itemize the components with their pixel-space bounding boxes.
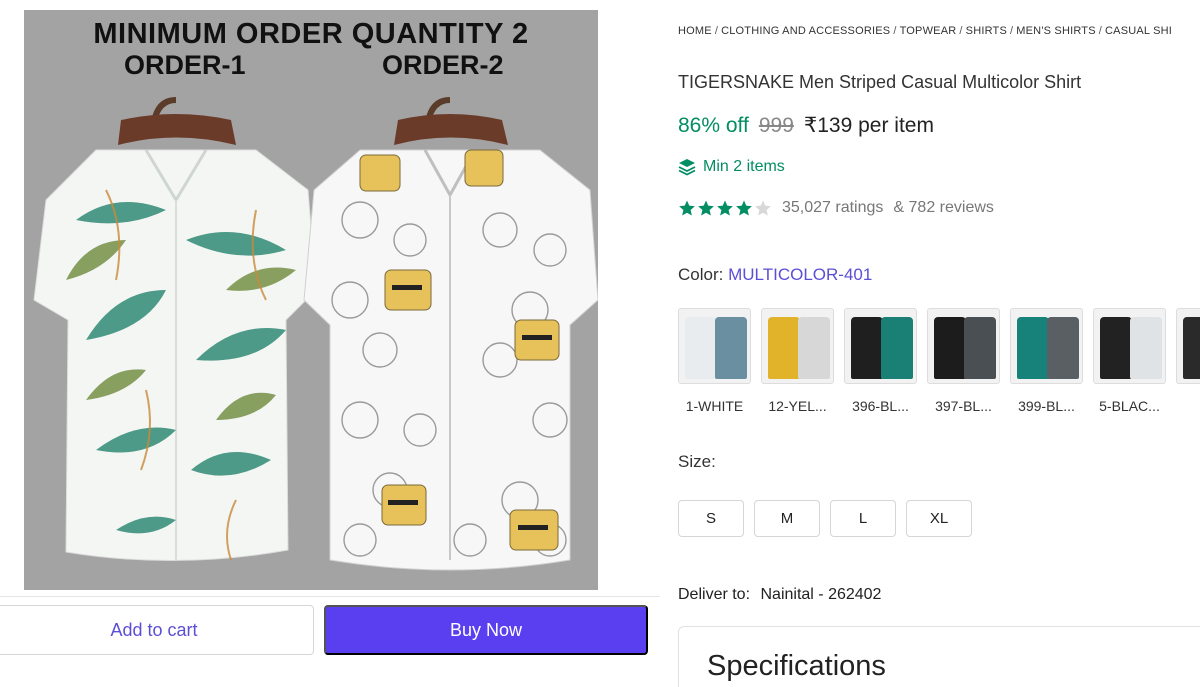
layers-icon — [678, 159, 696, 176]
color-swatch[interactable]: 5-BLAC... — [1093, 308, 1166, 414]
swatch-thumbnail — [1176, 308, 1200, 384]
color-selector-label: Color: MULTICOLOR-401 — [678, 265, 872, 285]
swatch-thumbnail — [761, 308, 834, 384]
breadcrumb-home[interactable]: HOME — [678, 25, 712, 37]
reviews-count[interactable]: & 782 reviews — [893, 199, 994, 217]
price-row: 86% off 999 ₹139 per item — [678, 113, 934, 138]
star-filled-icon — [736, 200, 752, 216]
swatch-label: 12-YEL... — [768, 398, 827, 414]
swatch-label: 397-BL... — [935, 398, 992, 414]
size-option-xl[interactable]: XL — [906, 500, 972, 537]
swatch-thumbnail — [844, 308, 917, 384]
breadcrumb-separator: / — [1010, 25, 1014, 37]
size-option-m[interactable]: M — [754, 500, 820, 537]
breadcrumb-topwear[interactable]: TOPWEAR — [900, 25, 957, 37]
sale-price: ₹139 per item — [803, 114, 934, 137]
min-items-text: Min 2 items — [703, 158, 785, 175]
original-price: 999 — [758, 114, 794, 137]
breadcrumb-shirts[interactable]: SHIRTS — [966, 25, 1007, 37]
size-option-s[interactable]: S — [678, 500, 744, 537]
selected-color: MULTICOLOR-401 — [728, 265, 873, 284]
size-option-l[interactable]: L — [830, 500, 896, 537]
specifications-title: Specifications — [707, 650, 886, 682]
tropical-shirt-image — [33, 97, 316, 562]
star-empty-icon — [755, 200, 771, 216]
color-swatch[interactable]: 6-B — [1176, 308, 1200, 414]
color-swatch[interactable]: 397-BL... — [927, 308, 1000, 414]
discount-percent: 86% off — [678, 114, 749, 137]
product-title: TIGERSNAKE Men Striped Casual Multicolor… — [678, 72, 1082, 92]
swatch-thumbnail — [1010, 308, 1083, 384]
swatch-label: 1-WHITE — [685, 398, 744, 414]
order-2-label: ORDER-2 — [382, 50, 504, 80]
swatch-thumbnail — [927, 308, 1000, 384]
star-filled-icon — [679, 200, 695, 216]
divider — [0, 596, 660, 597]
color-swatch[interactable]: 396-BL... — [844, 308, 917, 414]
product-image[interactable]: MINIMUM ORDER QUANTITY 2 ORDER-1 ORDER-2 — [24, 10, 598, 590]
size-label: Size: — [678, 452, 716, 471]
min-order-banner: MINIMUM ORDER QUANTITY 2 — [93, 18, 529, 50]
color-swatch[interactable]: 1-WHITE — [678, 308, 751, 414]
buy-now-button[interactable]: Buy Now — [324, 605, 648, 655]
swatch-label: 6-B — [1176, 398, 1200, 414]
swatch-label: 396-BL... — [852, 398, 909, 414]
breadcrumb-separator: / — [893, 25, 897, 37]
color-label: Color: — [678, 265, 724, 284]
color-swatch[interactable]: 399-BL... — [1010, 308, 1083, 414]
breadcrumb-clothing[interactable]: CLOTHING AND ACCESSORIES — [721, 25, 890, 37]
breadcrumb-separator: / — [1098, 25, 1103, 37]
breadcrumb-separator: / — [959, 25, 963, 37]
delivery-info: Deliver to: Nainital - 262402 — [678, 586, 881, 604]
deliver-to-label: Deliver to: — [678, 586, 751, 603]
min-items-badge: Min 2 items — [678, 158, 785, 176]
swatch-label: 5-BLAC... — [1099, 398, 1160, 414]
swatch-label: 399-BL... — [1018, 398, 1075, 414]
breadcrumb: HOME / CLOTHING AND ACCESSORIES / TOPWEAR / SH… — [678, 25, 1200, 37]
breadcrumb-separator: / — [714, 25, 719, 37]
star-rating — [678, 199, 772, 217]
delivery-location[interactable]: Nainital - 262402 — [760, 586, 881, 603]
color-swatches: 1-WHITE 12-YEL... 396-BL... 397-BL... 399-BL… — [678, 308, 1200, 418]
star-filled-icon — [698, 200, 714, 216]
order-1-label: ORDER-1 — [124, 50, 246, 80]
breadcrumb-mens-shirts[interactable]: MEN'S SHIRTS — [1016, 25, 1095, 37]
rating-row: 35,027 ratings & 782 reviews — [678, 199, 994, 217]
color-swatch[interactable]: 12-YEL... — [761, 308, 834, 414]
size-options: S M L XL — [678, 500, 972, 537]
swatch-thumbnail — [678, 308, 751, 384]
add-to-cart-button[interactable]: Add to cart — [0, 605, 314, 655]
ratings-count[interactable]: 35,027 ratings — [782, 199, 883, 217]
star-filled-icon — [717, 200, 733, 216]
breadcrumb-casual-shirts[interactable]: CASUAL SHI — [1105, 25, 1172, 37]
cat-print-shirt-image — [303, 97, 598, 571]
swatch-thumbnail — [1093, 308, 1166, 384]
